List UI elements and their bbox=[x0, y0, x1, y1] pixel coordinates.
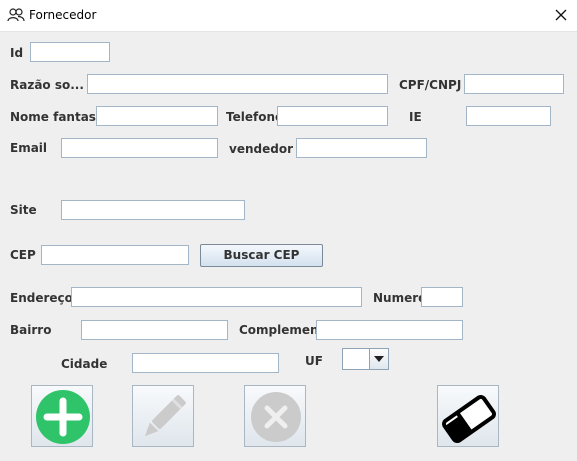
razao-social-label: Razão so... bbox=[10, 78, 84, 92]
fornecedor-window: Fornecedor Id Razão so... CPF/CNPJ Nome … bbox=[0, 0, 577, 461]
edit-button[interactable] bbox=[132, 385, 194, 447]
site-label: Site bbox=[10, 203, 37, 217]
complemento-field[interactable] bbox=[316, 320, 463, 340]
id-label: Id bbox=[10, 46, 24, 60]
nome-fantasia-label: Nome fantasia bbox=[10, 110, 109, 124]
window-title: Fornecedor bbox=[29, 8, 97, 22]
ie-label: IE bbox=[409, 110, 422, 124]
delete-button[interactable] bbox=[244, 385, 306, 447]
close-icon bbox=[555, 9, 567, 21]
cpf-cnpj-field[interactable] bbox=[464, 74, 564, 94]
email-label: Email bbox=[10, 141, 48, 155]
add-icon bbox=[36, 390, 90, 444]
chevron-down-icon bbox=[374, 356, 384, 362]
endereco-label: Endereço bbox=[10, 291, 73, 305]
vendedor-label: vendedor bbox=[229, 142, 293, 156]
uf-dropdown-arrow[interactable] bbox=[369, 349, 388, 369]
cidade-field[interactable] bbox=[132, 353, 279, 373]
buscar-cep-button[interactable]: Buscar CEP bbox=[200, 244, 323, 267]
uf-label: UF bbox=[305, 354, 323, 368]
eraser-icon bbox=[442, 394, 496, 444]
uf-select[interactable] bbox=[342, 348, 389, 370]
id-field[interactable] bbox=[30, 42, 110, 62]
bairro-field[interactable] bbox=[81, 320, 228, 340]
site-field[interactable] bbox=[61, 200, 245, 220]
bairro-label: Bairro bbox=[10, 323, 52, 337]
delete-icon bbox=[251, 392, 301, 442]
users-icon bbox=[7, 7, 25, 23]
numero-field[interactable] bbox=[421, 287, 463, 307]
cidade-label: Cidade bbox=[61, 357, 108, 371]
close-button[interactable] bbox=[546, 0, 577, 31]
numero-label: Numero bbox=[373, 291, 427, 305]
nome-fantasia-field[interactable] bbox=[96, 106, 218, 126]
ie-field[interactable] bbox=[466, 106, 551, 126]
title-bar: Fornecedor bbox=[0, 0, 577, 32]
cpf-cnpj-label: CPF/CNPJ bbox=[399, 78, 462, 92]
telefone-field[interactable] bbox=[277, 106, 388, 126]
endereco-field[interactable] bbox=[71, 287, 362, 307]
clear-button[interactable] bbox=[437, 385, 499, 447]
cep-field[interactable] bbox=[41, 245, 189, 265]
razao-social-field[interactable] bbox=[87, 74, 388, 94]
telefone-label: Telefone bbox=[226, 110, 284, 124]
cep-label: CEP bbox=[10, 248, 36, 262]
add-button[interactable] bbox=[31, 385, 93, 447]
email-field[interactable] bbox=[61, 138, 218, 158]
vendedor-field[interactable] bbox=[296, 138, 427, 158]
pencil-icon bbox=[144, 395, 186, 437]
